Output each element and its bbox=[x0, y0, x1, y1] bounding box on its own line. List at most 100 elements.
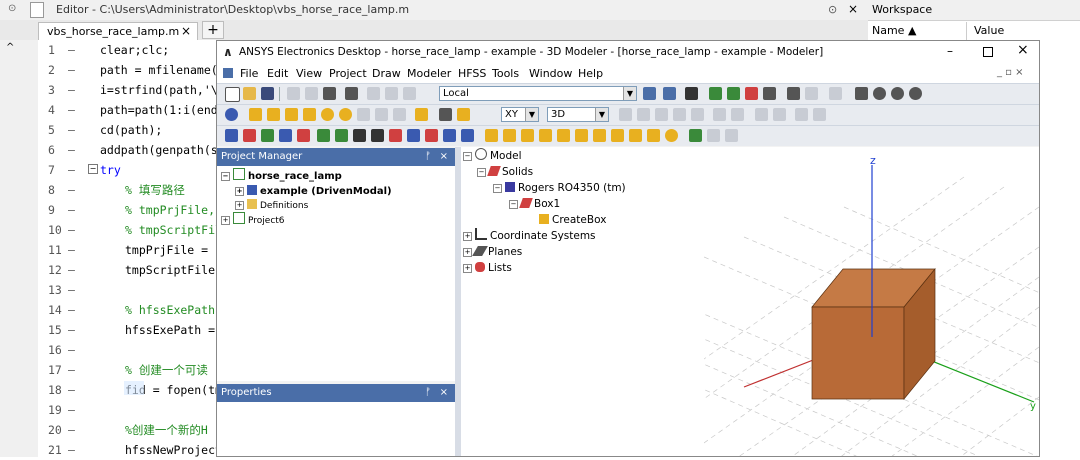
results-icon[interactable] bbox=[685, 87, 698, 100]
sweep-icon[interactable] bbox=[713, 108, 726, 121]
notes-icon[interactable] bbox=[763, 87, 776, 100]
tree-planes[interactable]: + Planes bbox=[463, 244, 522, 260]
breakpoint-marker[interactable]: – bbox=[68, 440, 75, 460]
breakpoint-marker[interactable]: – bbox=[68, 140, 75, 160]
breakpoint-marker[interactable]: – bbox=[68, 340, 75, 360]
assign-material-icon[interactable] bbox=[279, 129, 292, 142]
breakpoint-marker[interactable]: – bbox=[68, 380, 75, 400]
draw-arc-icon[interactable] bbox=[457, 108, 470, 121]
draw-polyhedron-icon[interactable] bbox=[375, 108, 388, 121]
view-front-icon[interactable] bbox=[521, 129, 534, 142]
duplicate-icon[interactable] bbox=[795, 108, 808, 121]
tree-material[interactable]: − Rogers RO4350 (tm) bbox=[493, 180, 626, 196]
view-dimetric-icon[interactable] bbox=[611, 129, 624, 142]
breakpoint-marker[interactable]: – bbox=[68, 220, 75, 240]
scale-icon[interactable] bbox=[813, 108, 826, 121]
finite-cond-icon[interactable] bbox=[389, 129, 402, 142]
collapse-icon[interactable]: − bbox=[463, 152, 472, 161]
column-divider[interactable] bbox=[966, 22, 967, 40]
validate-icon[interactable] bbox=[643, 87, 656, 100]
radiation-icon[interactable] bbox=[353, 129, 366, 142]
print-icon[interactable] bbox=[345, 87, 358, 100]
mesh-icon[interactable] bbox=[707, 129, 720, 142]
menu-view[interactable]: View bbox=[296, 67, 322, 80]
chevron-down-icon[interactable]: ▼ bbox=[623, 87, 636, 100]
breakpoint-marker[interactable]: – bbox=[68, 80, 75, 100]
tree-lists[interactable]: + Lists bbox=[463, 260, 512, 276]
code-line[interactable]: hfssExePath = bbox=[125, 320, 216, 340]
wave-port-icon[interactable] bbox=[317, 129, 330, 142]
plane-select[interactable]: XY ▼ bbox=[501, 107, 539, 122]
optimetrics-icon[interactable] bbox=[745, 87, 758, 100]
chevron-down-icon[interactable]: ▼ bbox=[525, 108, 538, 121]
breakpoint-marker[interactable]: – bbox=[68, 400, 75, 420]
paste-icon[interactable] bbox=[323, 87, 336, 100]
breakpoint-marker[interactable]: – bbox=[68, 360, 75, 380]
collapse-icon[interactable]: − bbox=[509, 200, 518, 209]
help-icon[interactable] bbox=[225, 108, 238, 121]
sweep-setup-icon[interactable] bbox=[443, 129, 456, 142]
menu-modeler[interactable]: Modeler bbox=[407, 67, 451, 80]
port-icon[interactable] bbox=[297, 129, 310, 142]
code-line[interactable]: tmpPrjFile = ' bbox=[125, 240, 216, 260]
pan-icon[interactable] bbox=[855, 87, 868, 100]
view-back-icon[interactable] bbox=[539, 129, 552, 142]
breakpoint-marker[interactable]: – bbox=[68, 60, 75, 80]
draw-torus-icon[interactable] bbox=[339, 108, 352, 121]
collapse-icon[interactable]: − bbox=[221, 172, 230, 181]
menu-help[interactable]: Help bbox=[578, 67, 603, 80]
cut-icon[interactable] bbox=[287, 87, 300, 100]
assign-excitation-icon[interactable] bbox=[243, 129, 256, 142]
symmetry-icon[interactable] bbox=[407, 129, 420, 142]
code-line[interactable] bbox=[125, 280, 216, 300]
code-line[interactable]: % tmpScriptFil bbox=[125, 220, 216, 240]
pin-icon[interactable]: ᚠ bbox=[425, 148, 431, 166]
report-icon[interactable] bbox=[727, 87, 740, 100]
tree-solids[interactable]: − Solids bbox=[477, 164, 533, 180]
view-right-icon[interactable] bbox=[575, 129, 588, 142]
draw-bondwire-icon[interactable] bbox=[393, 108, 406, 121]
box1-solid[interactable] bbox=[811, 268, 936, 400]
menu-edit[interactable]: Edit bbox=[267, 67, 288, 80]
fold-icon[interactable]: − bbox=[88, 164, 98, 174]
code-line[interactable]: clear;clc; bbox=[100, 40, 216, 60]
view-top-icon[interactable] bbox=[485, 129, 498, 142]
breakpoint-marker[interactable]: – bbox=[68, 180, 75, 200]
breakpoint-marker[interactable]: – bbox=[68, 160, 75, 180]
delete-icon[interactable] bbox=[367, 87, 380, 100]
scroll-up-icon[interactable]: ^ bbox=[6, 42, 14, 53]
mdi-controls[interactable]: _ ▫ × bbox=[997, 67, 1024, 78]
code-line[interactable] bbox=[125, 400, 216, 420]
menu-hfss[interactable]: HFSS bbox=[458, 67, 486, 80]
app-menu-icon[interactable] bbox=[223, 68, 233, 78]
fields-calc-icon[interactable] bbox=[689, 129, 702, 142]
view-left-icon[interactable] bbox=[557, 129, 570, 142]
code-line[interactable]: % hfssExePath: bbox=[125, 300, 216, 320]
select-icon[interactable] bbox=[787, 87, 800, 100]
copy-icon[interactable] bbox=[305, 87, 318, 100]
draw-cone-icon[interactable] bbox=[303, 108, 316, 121]
expand-icon[interactable]: + bbox=[235, 187, 244, 196]
tab-close-icon[interactable]: × bbox=[181, 24, 191, 38]
draw-point-icon[interactable] bbox=[415, 108, 428, 121]
undo-icon[interactable] bbox=[385, 87, 398, 100]
view-bottom-icon[interactable] bbox=[503, 129, 516, 142]
code-line[interactable]: % 填写路径 bbox=[125, 180, 216, 200]
assign-mesh-icon[interactable] bbox=[261, 129, 274, 142]
workspace-col-name[interactable]: Name ▲ bbox=[872, 24, 916, 37]
menu-window[interactable]: Window bbox=[529, 67, 572, 80]
menu-project[interactable]: Project bbox=[329, 67, 367, 80]
expand-icon[interactable]: + bbox=[463, 232, 472, 241]
redo-icon[interactable] bbox=[403, 87, 416, 100]
tree-box1[interactable]: − Box1 bbox=[509, 196, 560, 212]
breakpoint-marker[interactable]: – bbox=[68, 100, 75, 120]
open-icon[interactable] bbox=[243, 87, 256, 100]
menu-draw[interactable]: Draw bbox=[372, 67, 401, 80]
code-line[interactable]: hfssNewProject bbox=[125, 440, 216, 460]
draw-region-icon[interactable] bbox=[285, 108, 298, 121]
menu-tools[interactable]: Tools bbox=[492, 67, 519, 80]
orbit-icon[interactable] bbox=[909, 87, 922, 100]
view-trimetric-icon[interactable] bbox=[629, 129, 642, 142]
code-line[interactable]: i=strfind(path,'\' bbox=[100, 80, 216, 100]
split-icon[interactable] bbox=[673, 108, 686, 121]
